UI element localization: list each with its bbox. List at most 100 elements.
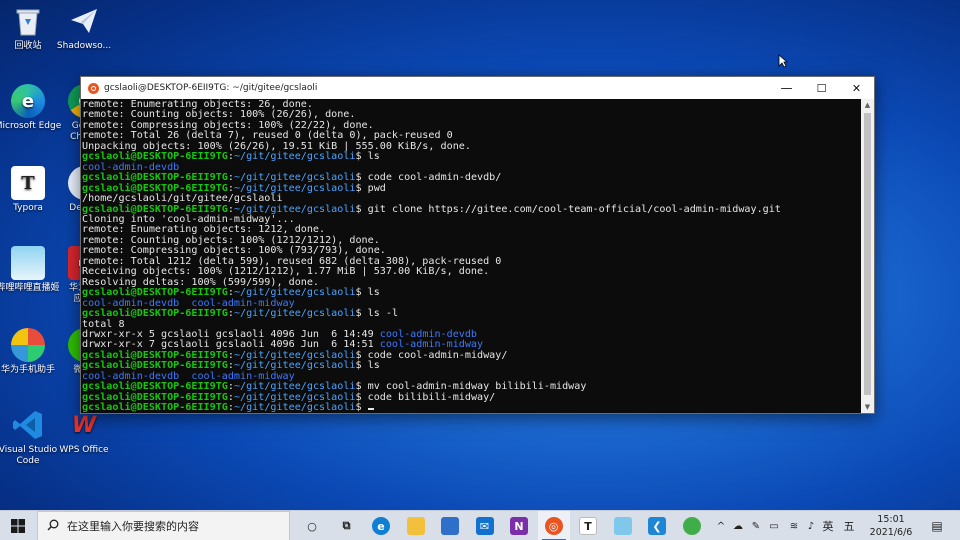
start-button[interactable] (0, 511, 36, 540)
output-text: remote: Enumerating objects: 1212, done. (82, 224, 326, 236)
output-text: drwxr-xr-x 7 gcslaoli gcslaoli 4096 Jun … (82, 339, 380, 351)
command-text: git clone https://gitee.com/cool-team-of… (367, 203, 781, 215)
prompt-path: ~/git/gitee/gcslaoli (233, 308, 356, 320)
prompt-dollar: $ (355, 172, 368, 184)
ime-indicator[interactable]: 英 (820, 511, 836, 540)
pen-icon[interactable]: ✎ (749, 511, 763, 540)
terminal-line: gcslaoli@DESKTOP-6EII9TG:~/git/gitee/gcs… (82, 152, 862, 162)
taskbar-app-vscode[interactable]: ❮ (641, 511, 673, 540)
output-text: remote: Compressing objects: 100% (793/7… (82, 245, 386, 257)
cloud-icon[interactable]: ☁ (730, 511, 746, 540)
output-text: remote: Total 1212 (delta 599), reused 6… (82, 255, 502, 267)
task-view-icon: ⧉ (342, 519, 351, 532)
command-text: pwd (367, 182, 386, 194)
title-bar[interactable]: gcslaoli@DESKTOP-6EII9TG: ~/git/gitee/gc… (81, 77, 874, 99)
close-button[interactable]: ✕ (839, 77, 874, 99)
clock-time: 15:01 (877, 514, 905, 525)
mail-icon: ✉ (475, 517, 494, 535)
prompt-user: gcslaoli@DESKTOP-6EII9TG (82, 172, 228, 184)
taskbar-app-bilibili-live[interactable] (607, 511, 639, 540)
scroll-up-icon[interactable]: ▲ (861, 99, 874, 111)
taskbar-app-app[interactable] (676, 511, 708, 540)
edge-icon: e (11, 84, 45, 118)
vscode-icon (11, 408, 45, 442)
prompt-path: ~/git/gitee/gcslaoli (233, 360, 356, 372)
text-cursor (367, 408, 374, 411)
ubuntu-icon: ◎ (544, 517, 563, 535)
shadowsocks-icon (67, 4, 101, 38)
desktop-icon-label: 华为手机助手 (0, 365, 55, 375)
scroll-down-icon[interactable]: ▼ (861, 401, 874, 413)
bilibili-live-icon (11, 246, 45, 280)
command-text: ls (367, 287, 380, 299)
directory-listing: cool-admin-devdb cool-admin-midway (82, 297, 295, 309)
terminal-output[interactable]: remote: Enumerating objects: 26, done. re… (81, 99, 862, 413)
taskbar-app-store[interactable] (434, 511, 466, 540)
search-box[interactable]: 在这里输入你要搜索的内容 (37, 511, 290, 540)
directory-name: cool-admin-midway (379, 339, 484, 351)
output-text: remote: Counting objects: 100% (1212/121… (82, 234, 380, 246)
prompt-dollar: $ (355, 182, 368, 194)
minimize-button[interactable]: — (769, 77, 804, 99)
terminal-window[interactable]: gcslaoli@DESKTOP-6EII9TG: ~/git/gitee/gc… (80, 76, 875, 414)
taskbar-app-file-explorer[interactable] (400, 511, 432, 540)
output-text: remote: Counting objects: 100% (26/26), … (82, 109, 356, 121)
command-text: code cool-admin-devdb/ (367, 172, 502, 184)
bilibili-live-icon (613, 517, 632, 535)
prompt-path: ~/git/gitee/gcslaoli (233, 203, 356, 215)
chevron-up-icon[interactable]: ^ (714, 511, 728, 540)
prompt-path: ~/git/gitee/gcslaoli (233, 182, 356, 194)
maximize-button[interactable]: ☐ (804, 77, 839, 99)
prompt-path: ~/git/gitee/gcslaoli (233, 172, 356, 184)
prompt-path: ~/git/gitee/gcslaoli (233, 402, 356, 413)
prompt-dollar: $ (355, 360, 368, 372)
desktop-icon-wps[interactable]: W WPS Office (48, 408, 120, 456)
output-text: Cloning into 'cool-admin-midway'... (82, 213, 295, 225)
prompt-dollar: $ (355, 203, 368, 215)
desktop-icon-label: 回收站 (14, 41, 42, 51)
output-text: total 8 (82, 318, 125, 330)
prompt-dollar: $ (355, 402, 368, 413)
prompt-user: gcslaoli@DESKTOP-6EII9TG (82, 402, 228, 413)
search-placeholder: 在这里输入你要搜索的内容 (67, 520, 199, 533)
desktop-icon-label: WPS Office (59, 445, 109, 455)
cortana-icon: ○ (307, 519, 317, 533)
directory-name: cool-admin-devdb (379, 328, 478, 340)
prompt-user: gcslaoli@DESKTOP-6EII9TG (82, 151, 228, 163)
wifi-icon[interactable]: ≋ (786, 511, 802, 540)
input-mode-indicator[interactable]: 五 (841, 511, 857, 540)
recycle-bin-icon (11, 4, 45, 38)
output-text: remote: Enumerating objects: 26, done. (82, 99, 313, 110)
prompt-dollar: $ (355, 151, 368, 163)
command-text: code bilibili-midway/ (367, 391, 496, 403)
taskbar-app-mail[interactable]: ✉ (469, 511, 501, 540)
taskbar-app-ubuntu[interactable]: ◎ (537, 511, 570, 540)
desktop-icon-shadowsocks[interactable]: Shadowso... (48, 4, 120, 52)
prompt-user: gcslaoli@DESKTOP-6EII9TG (82, 182, 228, 194)
clock[interactable]: 15:01 2021/6/6 (862, 513, 920, 539)
prompt-user: gcslaoli@DESKTOP-6EII9TG (82, 308, 228, 320)
prompt-path: ~/git/gitee/gcslaoli (233, 287, 356, 299)
taskbar-app-typora[interactable]: T (572, 511, 604, 540)
prompt-dollar: $ (355, 381, 368, 393)
onenote-icon: N (510, 517, 528, 535)
prompt-path: ~/git/gitee/gcslaoli (233, 381, 356, 393)
mouse-pointer-icon (778, 53, 789, 72)
terminal-line: gcslaoli@DESKTOP-6EII9TG:~/git/gitee/gcs… (82, 402, 862, 413)
output-text: Receiving objects: 100% (1212/1212), 1.7… (82, 266, 490, 278)
prompt-path: ~/git/gitee/gcslaoli (233, 151, 356, 163)
battery-icon[interactable]: ▭ (766, 511, 782, 540)
notification-icon[interactable]: ▤ (928, 511, 946, 540)
volume-icon[interactable]: ♪ (803, 511, 819, 540)
prompt-dollar: $ (355, 308, 368, 320)
output-text: drwxr-xr-x 5 gcslaoli gcslaoli 4096 Jun … (82, 328, 380, 340)
taskbar-app-cortana[interactable]: ○ (296, 511, 328, 540)
scrollbar-thumb[interactable] (864, 113, 871, 395)
taskbar-app-task-view[interactable]: ⧉ (331, 511, 363, 540)
app-icon (682, 517, 701, 535)
ubuntu-icon (88, 82, 99, 94)
scrollbar[interactable]: ▲ ▼ (861, 99, 874, 413)
command-text: code cool-admin-midway/ (367, 349, 508, 361)
taskbar-app-edge[interactable]: e (365, 511, 397, 540)
taskbar-app-onenote[interactable]: N (503, 511, 535, 540)
